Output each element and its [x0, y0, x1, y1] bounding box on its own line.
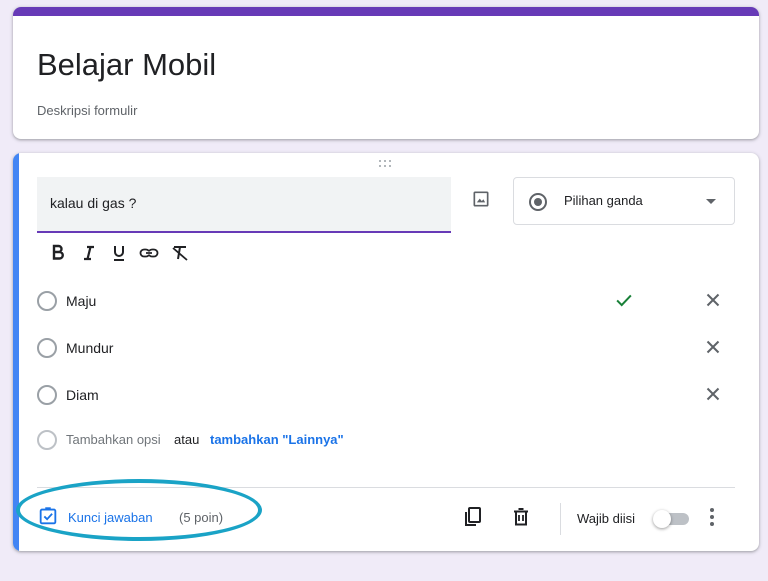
- radio-icon: [37, 430, 57, 450]
- question-type-label: Pilihan ganda: [564, 193, 643, 208]
- required-label: Wajib diisi: [577, 511, 636, 526]
- option-row[interactable]: Maju: [37, 281, 735, 321]
- radio-checked-icon: [528, 192, 548, 212]
- add-option-input[interactable]: Tambahkan opsi: [66, 432, 161, 447]
- radio-icon: [37, 291, 57, 311]
- italic-icon[interactable]: [77, 241, 101, 265]
- theme-top-bar: [13, 7, 759, 16]
- add-option-row: Tambahkan opsi atau tambahkan "Lainnya": [37, 428, 735, 452]
- answer-key-label: Kunci jawaban: [68, 510, 153, 525]
- more-vert-icon[interactable]: [704, 505, 720, 529]
- add-other-link[interactable]: tambahkan "Lainnya": [210, 432, 344, 447]
- option-label[interactable]: Mundur: [66, 340, 113, 356]
- underline-icon[interactable]: [107, 241, 131, 265]
- delete-icon[interactable]: [509, 505, 533, 529]
- option-row[interactable]: Diam: [37, 375, 735, 415]
- image-icon[interactable]: [471, 189, 491, 209]
- form-description[interactable]: Deskripsi formulir: [37, 103, 137, 118]
- question-text: kalau di gas ?: [50, 195, 137, 211]
- active-question-indicator: [13, 153, 19, 551]
- bold-icon[interactable]: [46, 241, 70, 265]
- option-row[interactable]: Mundur: [37, 328, 735, 368]
- chevron-down-icon: [706, 199, 716, 204]
- duplicate-icon[interactable]: [461, 505, 485, 529]
- question-type-dropdown[interactable]: Pilihan ganda: [513, 177, 735, 225]
- question-card: kalau di gas ? Pilihan ganda Maju Mundur…: [13, 153, 759, 551]
- answer-key-button[interactable]: Kunci jawaban (5 poin): [37, 505, 267, 529]
- link-icon[interactable]: [137, 241, 161, 265]
- footer-divider: [37, 487, 735, 488]
- toggle-thumb: [653, 510, 671, 528]
- or-label: atau: [174, 432, 200, 447]
- drag-handle-icon[interactable]: [377, 159, 393, 169]
- radio-icon: [37, 338, 57, 358]
- close-icon[interactable]: [701, 288, 725, 312]
- check-icon: [613, 289, 635, 311]
- question-input[interactable]: kalau di gas ?: [37, 177, 451, 233]
- radio-icon: [37, 385, 57, 405]
- form-title-card: Belajar Mobil Deskripsi formulir: [13, 7, 759, 139]
- points-label: (5 poin): [179, 510, 224, 525]
- clear-format-icon[interactable]: [168, 241, 192, 265]
- close-icon[interactable]: [701, 335, 725, 359]
- required-toggle[interactable]: [653, 510, 689, 528]
- option-label[interactable]: Maju: [66, 293, 96, 309]
- answer-key-icon: [37, 505, 59, 527]
- form-title[interactable]: Belajar Mobil: [37, 47, 216, 83]
- option-label[interactable]: Diam: [66, 387, 99, 403]
- footer-vertical-divider: [560, 503, 561, 535]
- close-icon[interactable]: [701, 382, 725, 406]
